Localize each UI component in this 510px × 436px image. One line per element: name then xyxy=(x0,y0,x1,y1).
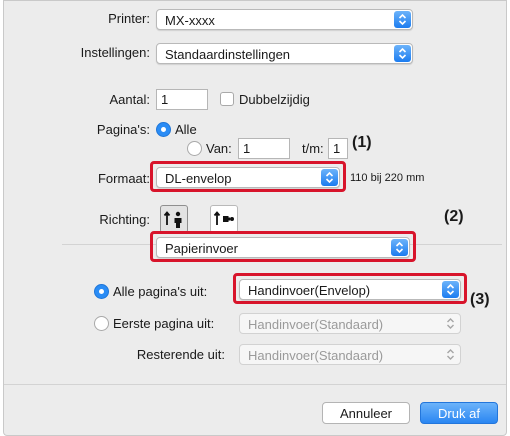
printer-popup[interactable]: MX-xxxx xyxy=(156,9,413,30)
section-value: Papierinvoer xyxy=(165,241,238,256)
remaining-popup[interactable]: Handinvoer(Standaard) xyxy=(239,344,461,365)
callout-1: (1) xyxy=(352,134,372,151)
section-popup[interactable]: Papierinvoer xyxy=(156,237,410,258)
remaining-label: Resterende uit: xyxy=(136,347,225,362)
all-pages-value: Handinvoer(Envelop) xyxy=(248,283,371,298)
updown-chevron-icon xyxy=(442,315,459,332)
orientation-portrait-button[interactable] xyxy=(160,205,188,233)
updown-chevron-icon xyxy=(394,11,411,28)
first-page-label: Eerste pagina uit: xyxy=(113,316,215,331)
copies-field[interactable]: 1 xyxy=(156,89,208,110)
callout-2: (2) xyxy=(444,208,464,225)
presets-popup[interactable]: Standaardinstellingen xyxy=(156,43,413,64)
copies-label: Aantal: xyxy=(109,92,150,107)
duplex-checkbox[interactable] xyxy=(220,92,234,106)
pages-label: Pagina's: xyxy=(96,122,150,137)
first-page-popup[interactable]: Handinvoer(Standaard) xyxy=(239,313,461,334)
duplex-label: Dubbelzijdig xyxy=(239,92,310,107)
updown-chevron-icon xyxy=(394,45,411,62)
portrait-icon xyxy=(163,211,182,228)
landscape-icon xyxy=(213,211,234,225)
pages-to-label: t/m: xyxy=(302,141,324,156)
presets-label: Instellingen: xyxy=(80,45,150,60)
pages-to-field[interactable]: 1 xyxy=(328,138,348,159)
pages-all-label: Alle xyxy=(175,122,197,137)
format-size-text: 110 bij 220 mm xyxy=(350,172,425,184)
print-dialog: Printer: MX-xxxx Instellingen: Standaard… xyxy=(3,0,507,436)
first-page-value: Handinvoer(Standaard) xyxy=(248,317,384,332)
first-page-radio[interactable] xyxy=(94,316,109,331)
footer-separator xyxy=(4,384,506,385)
presets-value: Standaardinstellingen xyxy=(165,47,291,62)
updown-chevron-icon xyxy=(442,346,459,363)
pages-from-field[interactable]: 1 xyxy=(238,138,290,159)
orientation-label: Richting: xyxy=(99,212,150,227)
updown-chevron-icon xyxy=(442,281,459,298)
pages-from-label: Van: xyxy=(206,141,232,156)
all-pages-popup[interactable]: Handinvoer(Envelop) xyxy=(239,279,461,300)
printer-label: Printer: xyxy=(108,11,150,26)
print-button[interactable]: Druk af xyxy=(420,402,498,424)
format-value: DL-envelop xyxy=(165,171,232,186)
callout-3: (3) xyxy=(470,291,490,308)
format-popup[interactable]: DL-envelop xyxy=(156,167,340,188)
printer-value: MX-xxxx xyxy=(165,13,215,28)
all-pages-radio[interactable] xyxy=(94,284,109,299)
remaining-value: Handinvoer(Standaard) xyxy=(248,348,384,363)
format-label: Formaat: xyxy=(97,171,150,186)
pages-range-radio[interactable] xyxy=(187,141,202,156)
orientation-landscape-button[interactable] xyxy=(210,205,238,233)
pages-all-radio[interactable] xyxy=(156,122,171,137)
updown-chevron-icon xyxy=(321,169,338,186)
cancel-button[interactable]: Annuleer xyxy=(322,402,410,424)
updown-chevron-icon xyxy=(391,239,408,256)
all-pages-label: Alle pagina's uit: xyxy=(113,284,208,299)
